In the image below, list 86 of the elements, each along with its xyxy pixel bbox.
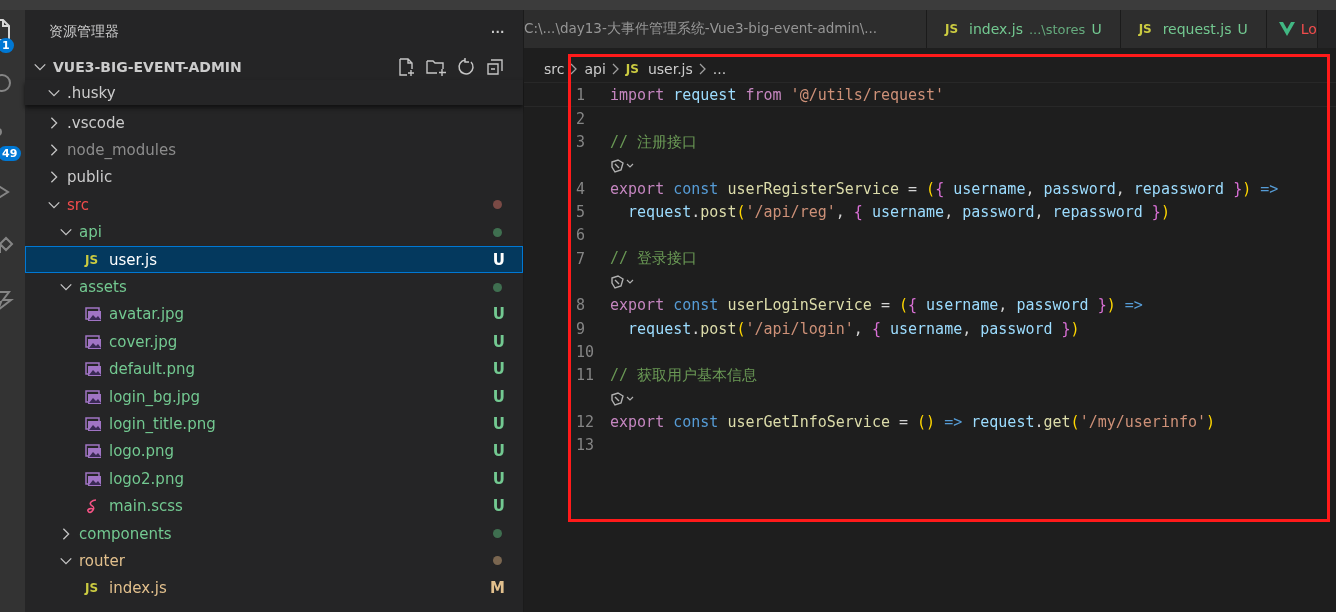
folder-name[interactable]: node_modules	[67, 141, 176, 160]
file-name: login_bg.jpg	[109, 387, 201, 406]
file-name: user.js	[109, 250, 158, 269]
js-file-icon: JS	[625, 62, 639, 76]
editor-tab[interactable]: JS request.js U	[1120, 10, 1267, 48]
git-status: U	[492, 332, 505, 351]
code-line: // 登录接口	[610, 249, 698, 269]
count-badge: 49	[0, 146, 22, 161]
folder-name[interactable]: .vscode	[67, 113, 125, 132]
js-file-icon: JS	[85, 581, 103, 596]
folder-name[interactable]: assets	[79, 278, 127, 297]
image-file-icon	[85, 471, 101, 486]
chevron-icon	[610, 63, 621, 75]
sticky-folder-header[interactable]: .husky	[25, 80, 523, 105]
code-line: // 注册接口	[610, 132, 698, 152]
refresh-icon[interactable]	[456, 57, 476, 77]
copilot-lens-icon[interactable]	[610, 158, 636, 173]
editor-tab[interactable]: C:\...\day13-大事件管理系统-Vue3-big-event-admin\...	[524, 10, 927, 48]
editor-tab[interactable]: Lo	[1266, 10, 1318, 48]
folder-name[interactable]: router	[79, 551, 125, 570]
file-name: default.png	[109, 360, 196, 379]
line-number: 3	[575, 133, 587, 152]
git-status: U	[492, 469, 505, 488]
folder-name[interactable]: public	[67, 168, 113, 187]
file-name: cover.jpg	[109, 332, 178, 351]
explorer-title: 资源管理器	[49, 23, 119, 41]
breadcrumb-item[interactable]: ...	[712, 61, 727, 77]
git-status: U	[492, 387, 505, 406]
line-number: 4	[575, 179, 587, 198]
code-line: // 获取用户基本信息	[610, 365, 758, 385]
code-line: export const userLoginService = ({ username, password }) =>	[610, 296, 1143, 315]
line-number: 11	[575, 366, 596, 385]
line-number: 1	[575, 85, 587, 104]
git-status: M	[490, 579, 505, 598]
line-number: 12	[575, 412, 596, 431]
count-badge: 1	[0, 38, 14, 53]
line-number: 13	[575, 436, 596, 455]
file-name: main.scss	[109, 497, 183, 516]
file-name: logo2.png	[109, 469, 184, 488]
new-file-icon[interactable]	[396, 57, 416, 77]
breadcrumb-item[interactable]: src	[544, 61, 565, 77]
file-name: avatar.jpg	[109, 305, 185, 324]
collapse-all-icon[interactable]	[485, 57, 505, 77]
git-status: U	[492, 497, 505, 516]
file-name: login_title.png	[109, 415, 216, 433]
git-status: U	[492, 360, 505, 379]
code-line: import request from '@/utils/request'	[610, 85, 945, 104]
git-status: U	[492, 250, 505, 269]
git-status: U	[492, 305, 505, 324]
copilot-lens-icon[interactable]	[610, 391, 636, 406]
image-file-icon	[85, 389, 101, 404]
editor-tab[interactable]: JS index.js ...\stores U	[927, 10, 1121, 48]
breadcrumb-item[interactable]: api	[584, 61, 606, 77]
code-line: request.post('/api/reg', { username, password, repassword })	[627, 203, 1170, 222]
file-name: index.js	[109, 579, 167, 598]
folder-name[interactable]: src	[67, 195, 89, 214]
line-number: 10	[575, 342, 596, 361]
git-status: U	[492, 415, 505, 433]
line-number: 2	[575, 109, 587, 128]
image-file-icon	[85, 334, 101, 349]
breadcrumb-item[interactable]: user.js	[647, 61, 693, 77]
file-name: logo.png	[109, 442, 175, 461]
line-number: 5	[575, 203, 587, 222]
chevron-icon	[697, 63, 708, 75]
more-actions-button[interactable]: ···	[491, 24, 505, 40]
project-name[interactable]: VUE3-BIG-EVENT-ADMIN	[53, 59, 242, 75]
folder-name[interactable]: components	[79, 524, 172, 543]
git-status: U	[492, 442, 505, 461]
line-number: 9	[575, 319, 587, 338]
line-number: 8	[575, 296, 587, 315]
js-file-icon: JS	[85, 252, 103, 267]
code-line: export const userGetInfoService = () => request.get('/my/userinfo')	[610, 412, 1216, 431]
new-folder-icon[interactable]	[425, 57, 447, 77]
copilot-lens-icon[interactable]	[610, 275, 636, 289]
line-number: 6	[575, 226, 587, 245]
line-number: 7	[575, 249, 587, 268]
image-file-icon	[85, 362, 101, 377]
image-file-icon	[85, 444, 101, 459]
image-file-icon	[85, 417, 101, 431]
folder-name[interactable]: api	[79, 223, 102, 242]
folder-name[interactable]: .husky	[67, 83, 116, 102]
selected-file-row[interactable]: JS user.js U	[25, 245, 523, 274]
code-line: request.post('/api/login', { username, password })	[627, 319, 1080, 338]
vue-file-icon	[1278, 22, 1295, 36]
code-line: export const userRegisterService = ({ username, password, repassword }) =>	[610, 179, 1279, 198]
image-file-icon	[85, 307, 101, 322]
